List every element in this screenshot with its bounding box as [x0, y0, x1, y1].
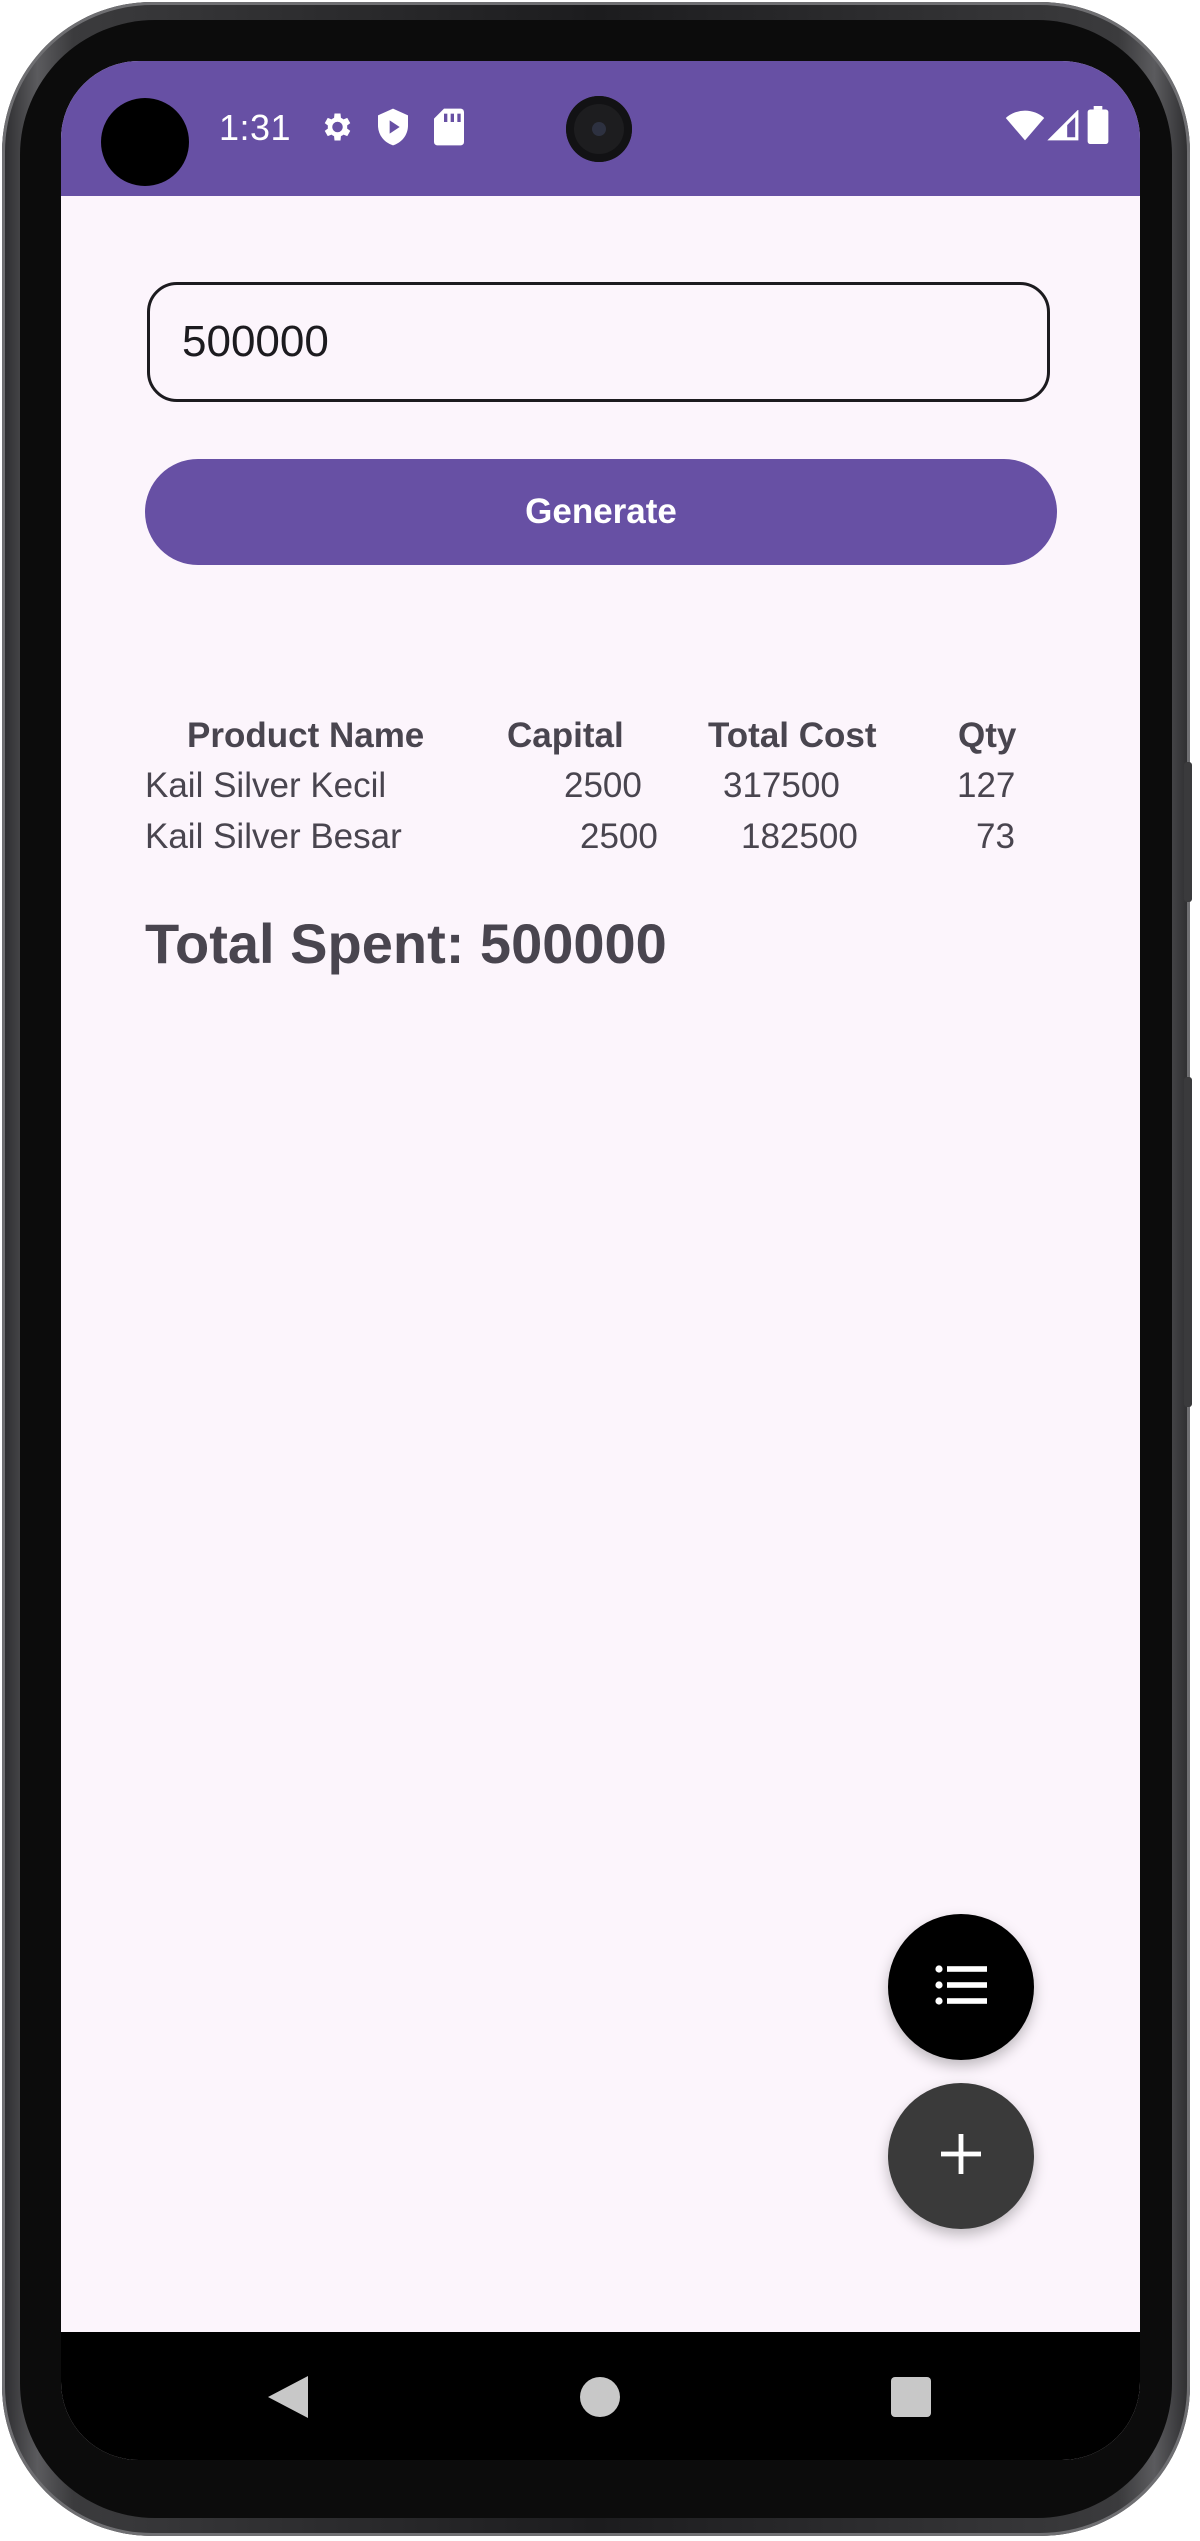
power-button: [1184, 1077, 1192, 1407]
shield-play-icon: [376, 107, 410, 147]
add-fab-button[interactable]: [888, 2083, 1034, 2229]
recents-square-icon[interactable]: [891, 2377, 931, 2422]
header-product-name: Product Name: [187, 716, 425, 755]
row2-product-name: Kail Silver Besar: [145, 817, 402, 856]
navigation-bar: [61, 2332, 1140, 2460]
home-circle-icon[interactable]: [580, 2377, 620, 2422]
row2-total-cost: 182500: [741, 817, 858, 856]
row2-qty: 73: [976, 817, 1015, 856]
signal-icon: [1047, 109, 1081, 150]
wifi-icon: [1005, 110, 1045, 150]
sd-card-icon: [434, 107, 468, 147]
generate-button[interactable]: Generate: [145, 459, 1057, 565]
volume-button: [1184, 762, 1192, 902]
header-total-cost: Total Cost: [708, 716, 877, 755]
status-time: 1:31: [219, 107, 292, 148]
front-camera: [566, 96, 632, 162]
total-spent-label: Total Spent: 500000: [145, 912, 667, 975]
list-fab-button[interactable]: [888, 1914, 1034, 2060]
row1-qty: 127: [957, 766, 1016, 805]
amount-input[interactable]: [147, 282, 1050, 402]
row1-product-name: Kail Silver Kecil: [145, 766, 387, 805]
status-bar: 1:31: [61, 61, 1140, 196]
status-dot: [101, 98, 189, 186]
plus-icon: [941, 2133, 981, 2179]
row2-capital: 2500: [580, 817, 658, 856]
header-qty: Qty: [958, 716, 1017, 755]
phone-frame: 1:31 500000 Generate Product Name Capita…: [2, 2, 1192, 2536]
row1-capital: 2500: [564, 766, 642, 805]
settings-icon: [318, 107, 352, 147]
app-screen: 1:31 500000 Generate Product Name Capita…: [61, 61, 1140, 2460]
back-triangle-icon[interactable]: [268, 2376, 308, 2423]
battery-icon: [1087, 106, 1121, 146]
list-icon: [935, 1964, 987, 2010]
row1-total-cost: 317500: [723, 766, 840, 805]
header-capital: Capital: [507, 716, 624, 755]
